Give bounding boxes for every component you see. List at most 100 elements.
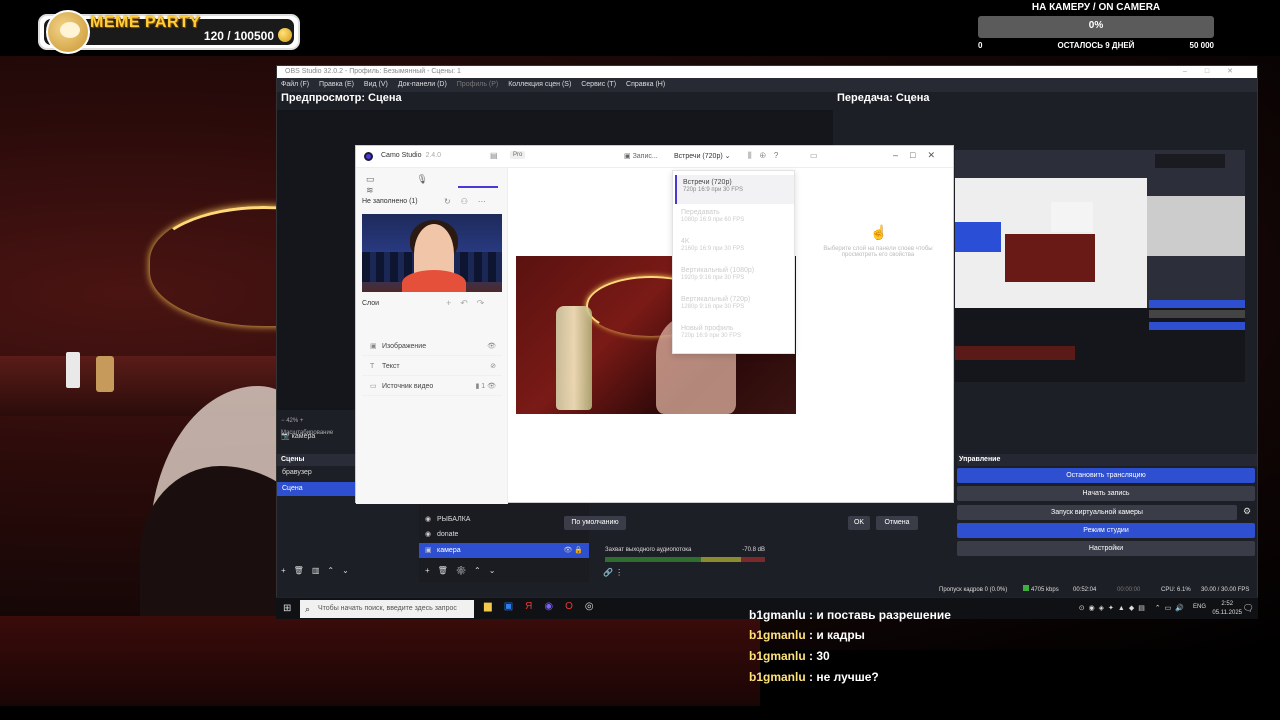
selected-source-label: камера <box>291 433 316 440</box>
active-tab-indicator <box>458 186 498 188</box>
cancel-button[interactable]: Отмена <box>876 516 918 530</box>
camo-header: Camo Studio 2.4.0 ▤ Pro ▣ Запис... Встреч… <box>356 146 953 168</box>
selected-source: 📷 камера <box>281 432 315 440</box>
camo-tabs[interactable]: ▭🎙≋ <box>366 174 498 196</box>
windows-start-icon[interactable]: ⊞ <box>283 603 291 614</box>
fps-readout: 30.00 / 30.00 FPS <box>1201 587 1250 593</box>
zoom-bar: − 42% + Масштабирование <box>277 415 357 436</box>
option-4k[interactable]: 4K 2160p 16:9 при 30 FPS <box>675 234 794 263</box>
panel-toggle-icon[interactable]: ▭ <box>810 151 818 160</box>
settings-button[interactable]: Настройки <box>957 541 1255 556</box>
start-virtual-camera-button[interactable]: Запуск виртуальной камеры <box>957 505 1237 520</box>
unfilled-label: Не заполнено (1) <box>362 198 418 205</box>
stop-stream-button[interactable]: Остановить трансляцию <box>957 468 1255 483</box>
obs-title: OBS Studio 32.0.2 - Профиль: Безымянный … <box>285 68 461 75</box>
option-vertical-720[interactable]: Вертикальный (720p) 1280p 9:16 при 30 FPS <box>675 292 794 321</box>
text-icon: T <box>370 363 375 370</box>
image-icon: ▣ <box>370 343 377 350</box>
video-icon: ▭ <box>370 383 377 390</box>
scene-item-scene[interactable]: Сцена <box>277 482 357 496</box>
mixer-toolbar[interactable]: 🔗 ⋮ <box>603 568 623 577</box>
mixer-db: -70.8 dB <box>742 547 765 553</box>
option-stream[interactable]: Передавать 1080p 16:9 при 60 FPS <box>675 205 794 234</box>
volume-meter[interactable] <box>605 557 765 562</box>
scene-thumbnail[interactable] <box>362 214 502 292</box>
option-vertical-1080[interactable]: Вертикальный (1080p) 1920p 9:16 при 30 FP… <box>675 263 794 292</box>
menu-scene-collection[interactable]: Коллекция сцен (S) <box>508 81 571 88</box>
layer-video-source[interactable]: ▭ Источник видео ▮ 1 👁 <box>362 378 502 396</box>
audio-mixer: Захват выходного аудиопотока -70.8 dB 🔗 … <box>599 542 771 582</box>
table <box>0 616 760 706</box>
camo-app-name: Camo Studio 2.4.0 <box>381 152 442 159</box>
sources-toolbar[interactable]: +🗑⚙⌃⌄ <box>425 566 503 575</box>
properties-hint: Выберите слой на панели слоев чтобы прос… <box>823 246 933 258</box>
menu-file[interactable]: Файл (F) <box>281 81 309 88</box>
mode-dropdown[interactable]: Встречи (720p) ⌄ <box>674 152 730 160</box>
camo-left-panel: ▭🎙≋ Не заполнено (1) ↻⚇⋯ Слои +↶↷ ▣ Изобр… <box>356 168 508 504</box>
menu-help[interactable]: Справка (H) <box>626 81 665 88</box>
chat-message: b1gmanlu : 30 <box>749 649 830 663</box>
gear-icon[interactable]: ⚙ <box>1243 506 1251 517</box>
record-timer: 00:00:00 <box>1117 587 1141 593</box>
menu-edit[interactable]: Правка (E) <box>319 81 354 88</box>
header-icons[interactable]: ⫼⊕? <box>748 151 786 161</box>
window-controls[interactable]: –□✕ <box>1183 66 1251 78</box>
doge-icon <box>46 10 90 54</box>
layer-count: ▮ 1 👁 <box>475 383 496 390</box>
scene-toolbar[interactable]: +🗑▥⌃⌄ <box>281 566 357 575</box>
signal-icon <box>1023 585 1029 591</box>
taskbar-search[interactable]: ⌕ Чтобы начать поиск, введите здесь запр… <box>300 600 474 618</box>
mode-dropdown-menu: Встречи (720p) 720p 16:9 при 30 FPS Перед… <box>672 170 795 354</box>
pinned-apps[interactable]: ▆▣Я◉O◎ <box>484 601 606 612</box>
defaults-button[interactable]: По умолчанию <box>564 516 626 530</box>
layers-actions-icons[interactable]: +↶↷ <box>446 298 493 309</box>
ok-button[interactable]: OK <box>848 516 870 530</box>
pro-badge: Pro <box>510 151 526 159</box>
goal-target: 50 000 <box>1189 41 1214 50</box>
camo-studio-window: Camo Studio 2.4.0 ▤ Pro ▣ Запис... Встреч… <box>355 145 954 504</box>
scene-item-browser[interactable]: бравузер <box>277 466 357 480</box>
layer-image[interactable]: ▣ Изображение 👁 <box>362 338 502 356</box>
chat-overlay: b1gmanlu : и поставь разрешение b1gmanlu… <box>744 600 1264 710</box>
goal-progress-bar: 0% <box>978 16 1214 38</box>
dropped-frames: Пропуск кадров 0 (0.0%) <box>939 587 1008 593</box>
program-canvas <box>955 150 1245 382</box>
camo-window-controls[interactable]: –□✕ <box>893 150 947 161</box>
menu-profile[interactable]: Профиль (P) <box>457 81 499 88</box>
sidebar-toggle-icon[interactable]: ▤ <box>490 151 498 160</box>
source-item-camera[interactable]: ▣ камера 👁 🔒 <box>419 543 589 558</box>
layers-title: Слои <box>362 300 380 307</box>
goal-percent: 0% <box>1088 20 1104 31</box>
yandex-icon: Я <box>525 601 545 612</box>
menu-docks[interactable]: Док-панели (D) <box>398 81 447 88</box>
source-icon: ◉ <box>425 516 432 523</box>
jar <box>96 356 114 392</box>
meme-party-title: MEME PARTY <box>90 14 201 31</box>
coin-icon <box>278 28 292 42</box>
studio-mode-button[interactable]: Режим студии <box>957 523 1255 538</box>
zoom-level: 42% <box>286 418 299 424</box>
zoom-in-button[interactable]: + <box>300 418 304 424</box>
chat-message: b1gmanlu : не лучше? <box>749 670 879 684</box>
menu-tools[interactable]: Сервис (T) <box>581 81 616 88</box>
visibility-icon[interactable]: 👁 <box>487 338 496 356</box>
layer-text[interactable]: T Текст ⊘ <box>362 358 502 376</box>
visibility-lock-icon[interactable]: 👁 🔒 <box>563 543 583 558</box>
source-label: камера <box>437 547 461 554</box>
search-placeholder: Чтобы начать поиск, введите здесь запрос <box>318 605 457 612</box>
start-recording-button[interactable]: Начать запись <box>957 486 1255 501</box>
goal-title: НА КАМЕРУ / ON CAMERA <box>1031 2 1161 13</box>
cup <box>66 352 80 388</box>
scene-actions-icons[interactable]: ↻⚇⋯ <box>444 197 496 206</box>
option-meetings[interactable]: Встречи (720p) 720p 16:9 при 30 FPS <box>675 175 794 204</box>
program-title: Передача: Сцена <box>837 92 930 104</box>
option-new-profile[interactable]: Новый профиль 720p 16:9 при 30 FPS <box>675 321 794 350</box>
menu-view[interactable]: Вид (V) <box>364 81 388 88</box>
mixer-track-label: Захват выходного аудиопотока <box>605 547 692 553</box>
scenes-title: Сцены <box>277 454 357 466</box>
cpu-usage: CPU: 6.1% <box>1161 587 1191 593</box>
source-icon: ◉ <box>425 531 432 538</box>
zoom-out-button[interactable]: − <box>281 418 285 424</box>
hidden-icon[interactable]: ⊘ <box>490 358 496 376</box>
record-button[interactable]: ▣ Запис... <box>624 152 658 160</box>
